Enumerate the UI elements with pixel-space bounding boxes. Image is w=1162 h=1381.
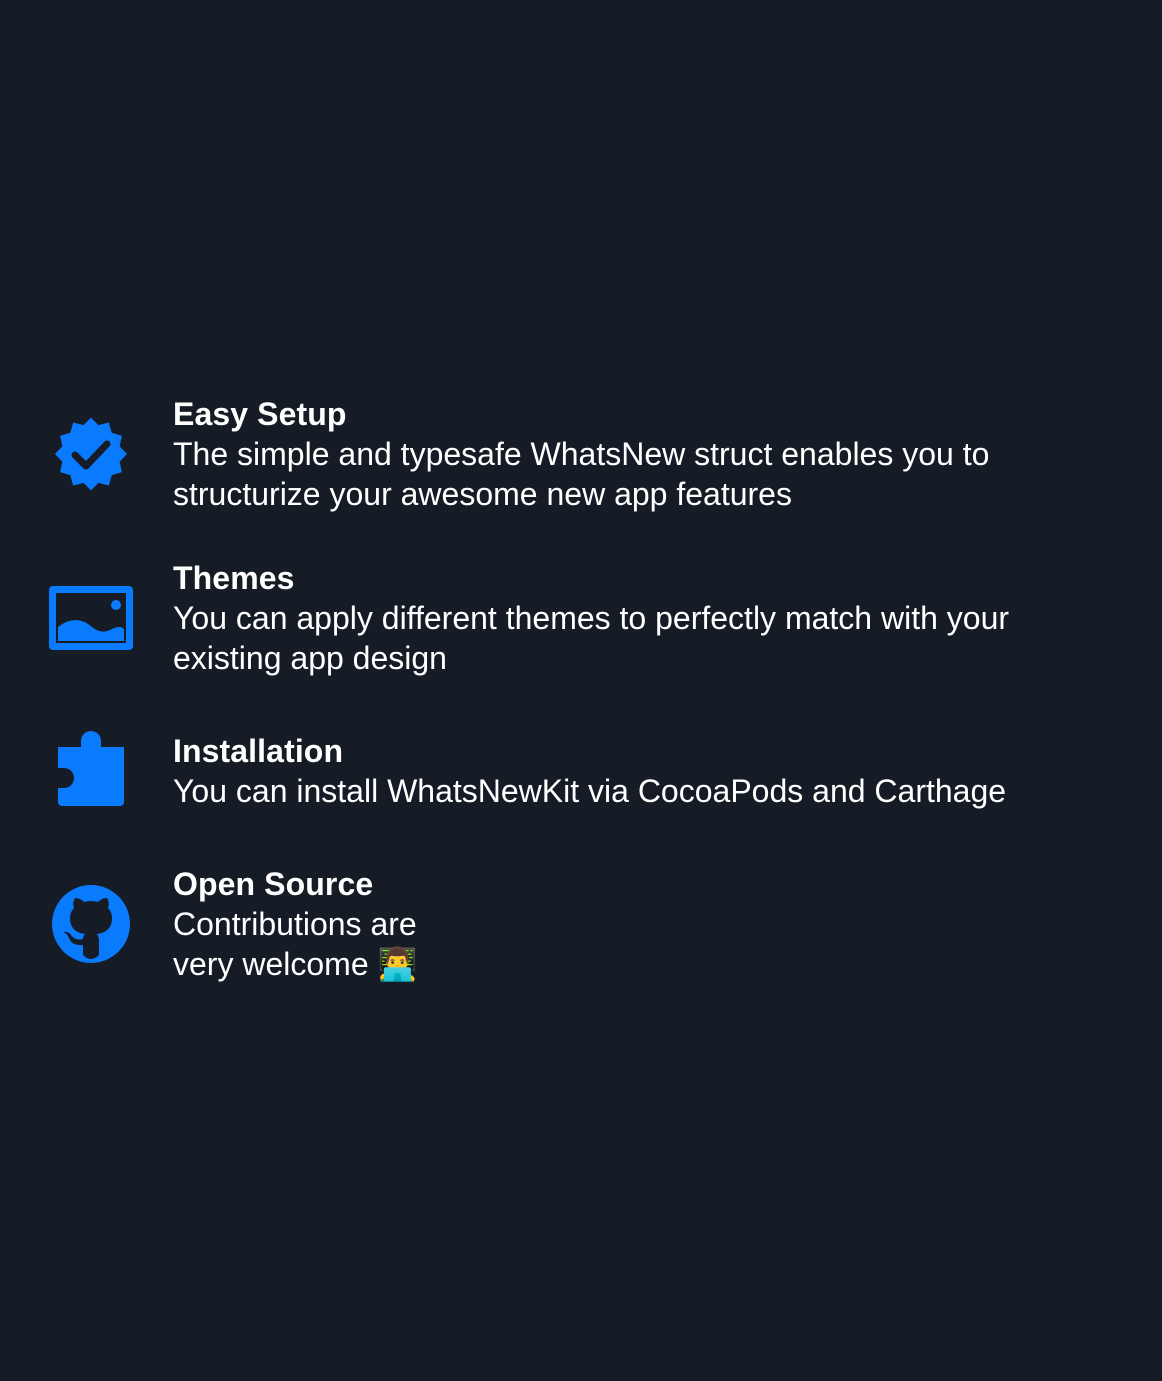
feature-title: Open Source — [173, 866, 374, 902]
feature-subtitle: You can install WhatsNewKit via CocoaPod… — [173, 773, 1007, 809]
feature-text: Easy Setup The simple and typesafe Whats… — [173, 394, 1133, 514]
feature-text: Open Source Contributions are very welco… — [173, 864, 1133, 984]
feature-subtitle: You can apply different themes to perfec… — [173, 600, 1010, 676]
feature-title: Easy Setup — [173, 396, 347, 432]
checkmark-seal-icon — [46, 394, 136, 514]
photo-icon — [46, 558, 136, 678]
feature-title: Installation — [173, 733, 344, 769]
feature-list: Easy Setup The simple and typesafe Whats… — [0, 0, 1162, 1381]
feature-subtitle: The simple and typesafe WhatsNew struct … — [173, 436, 990, 512]
puzzle-piece-icon — [46, 719, 136, 819]
feature-subtitle: Contributions are very welcome 👨‍💻 — [173, 906, 418, 982]
github-icon — [46, 864, 136, 984]
feature-title: Themes — [173, 560, 295, 596]
feature-text: Installation You can install WhatsNewKit… — [173, 731, 1133, 811]
feature-text: Themes You can apply different themes to… — [173, 558, 1133, 678]
